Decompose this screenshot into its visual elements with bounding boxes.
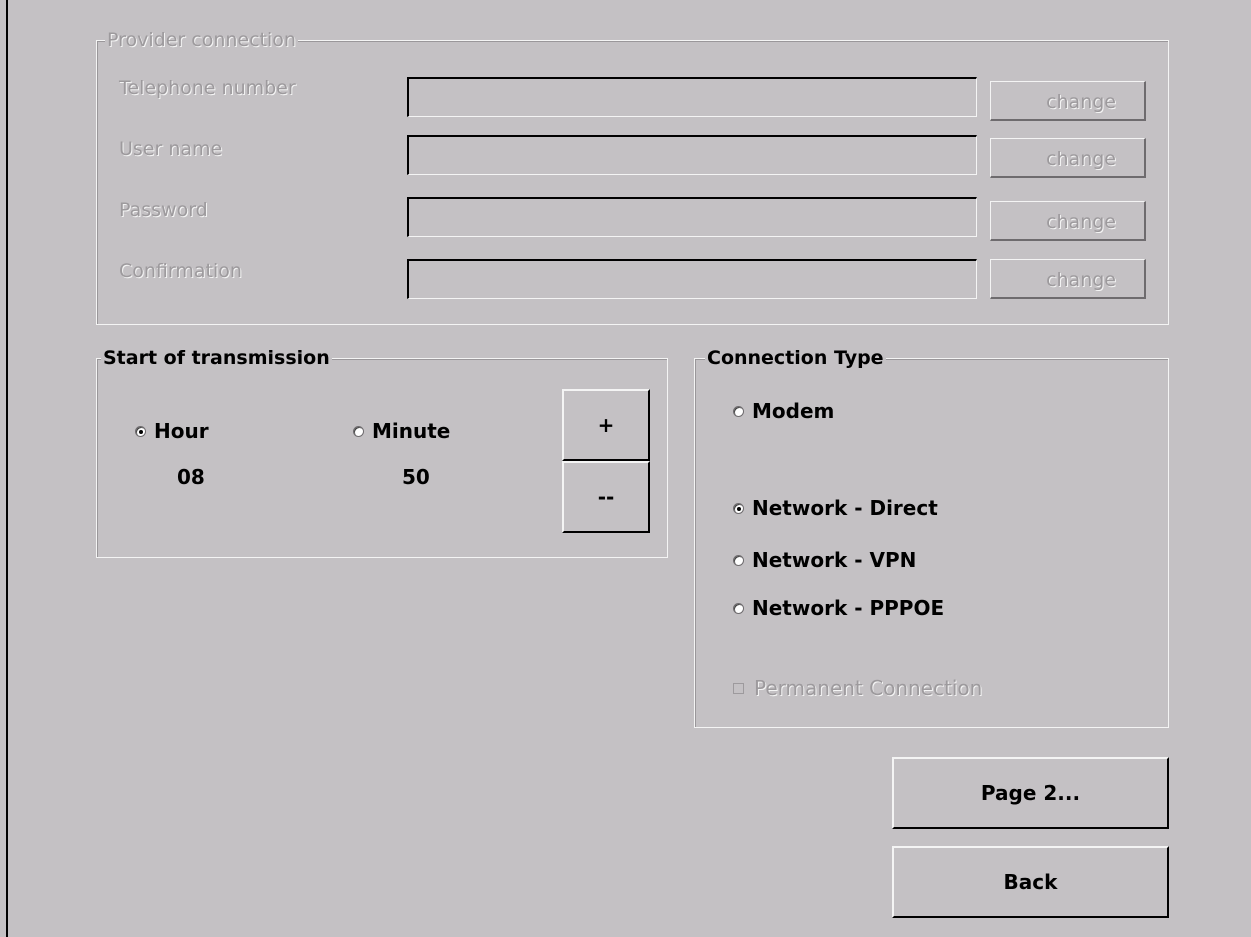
settings-screen: Provider connection Telephone number cha… [6, 0, 1251, 937]
minute-radio[interactable]: Minute [353, 419, 450, 443]
confirmation-label: Confirmation [119, 260, 242, 282]
provider-connection-group: Provider connection Telephone number cha… [96, 28, 1169, 325]
minute-radio-indicator [353, 425, 364, 437]
hour-radio-indicator [135, 425, 146, 437]
permanent-connection-checkbox[interactable]: Permanent Connection [733, 676, 982, 700]
network-direct-radio-indicator [733, 502, 744, 514]
telephone-number-change-button[interactable]: change [990, 81, 1146, 121]
network-pppoe-radio-indicator [733, 602, 744, 614]
increment-button[interactable]: + [562, 389, 650, 461]
telephone-number-label: Telephone number [119, 77, 296, 99]
password-label: Password [119, 199, 208, 221]
connection-type-legend: Connection Type [705, 346, 886, 370]
modem-radio[interactable]: Modem [733, 399, 834, 423]
start-of-transmission-group: Start of transmission Hour 08 Minute 50 … [96, 346, 668, 558]
password-change-button[interactable]: change [990, 201, 1146, 241]
password-field[interactable] [407, 197, 977, 237]
user-name-change-button[interactable]: change [990, 138, 1146, 178]
user-name-field[interactable] [407, 135, 977, 175]
decrement-button[interactable]: -- [562, 461, 650, 533]
modem-label: Modem [752, 399, 835, 423]
minute-label: Minute [372, 419, 451, 443]
permanent-connection-label: Permanent Connection [754, 676, 983, 700]
start-of-transmission-legend: Start of transmission [101, 346, 332, 370]
network-direct-radio[interactable]: Network - Direct [733, 496, 938, 520]
network-vpn-label: Network - VPN [752, 548, 917, 572]
hour-label: Hour [154, 419, 209, 443]
telephone-number-field[interactable] [407, 77, 977, 117]
network-vpn-radio[interactable]: Network - VPN [733, 548, 916, 572]
connection-type-group: Connection Type Modem Network - Direct N… [694, 346, 1169, 728]
permanent-connection-checkbox-box [733, 682, 744, 694]
network-direct-label: Network - Direct [752, 496, 938, 520]
back-button[interactable]: Back [892, 846, 1169, 918]
provider-connection-legend: Provider connection [105, 28, 298, 52]
minute-value: 50 [402, 465, 430, 489]
user-name-label: User name [119, 138, 223, 160]
network-pppoe-label: Network - PPPOE [752, 596, 945, 620]
network-vpn-radio-indicator [733, 554, 744, 566]
confirmation-change-button[interactable]: change [990, 259, 1146, 299]
hour-value: 08 [177, 465, 205, 489]
confirmation-field[interactable] [407, 259, 977, 299]
page-2-button[interactable]: Page 2... [892, 757, 1169, 829]
network-pppoe-radio[interactable]: Network - PPPOE [733, 596, 944, 620]
hour-radio[interactable]: Hour [135, 419, 209, 443]
modem-radio-indicator [733, 405, 744, 417]
